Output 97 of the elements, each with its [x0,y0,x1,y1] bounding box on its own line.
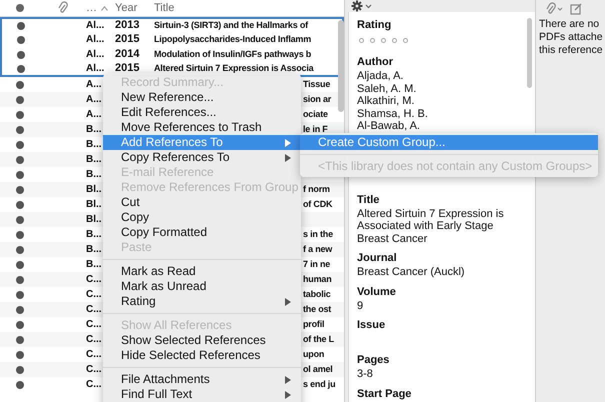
field-label: Rating [357,18,392,33]
table-cell: Al... [86,19,104,32]
field-label: Pages [357,353,390,368]
field-value: Saleh, A. M. [357,82,418,95]
menu-item[interactable]: Copy Formatted [103,225,301,240]
table-cell: A... [86,108,102,121]
table-cell: f norm [303,183,330,196]
table-cell: 2014 [115,48,140,61]
scrollbar-thumb[interactable] [527,18,532,88]
rating-dot-icon [370,38,375,42]
menu-item[interactable]: Mark as Unread [103,279,301,294]
field-value: Alkathiri, M. [357,95,416,108]
submenu-arrow-icon [285,298,291,306]
table-cell: C... [86,333,102,346]
table-cell: C... [86,273,102,286]
table-cell: B... [86,228,102,241]
table-cell: C... [86,303,102,316]
field-label: Journal [357,251,398,266]
table-cell: 7 in ne [303,258,330,271]
table-cell: human [303,273,332,286]
field-label: Author [357,55,394,70]
table-cell: Al... [86,33,104,46]
menu-item[interactable]: New Reference... [103,90,301,105]
table-cell: 2013 [115,19,140,32]
table-cell: B... [86,243,102,256]
menu-item[interactable]: Edit References... [103,105,301,120]
field-value: Breast Cancer (Auckl) [357,266,466,278]
menu-item[interactable]: Rating [103,294,301,309]
field-label: Volume [357,284,397,300]
table-cell: of CDK [303,198,332,211]
table-cell: B... [86,153,102,166]
rating-dot-icon [392,38,397,42]
table-cell: C... [86,378,102,391]
table-cell: B... [86,138,102,151]
table-cell: upon [303,348,324,361]
table-cell: Tissue [303,78,330,91]
table-cell: s in the [303,228,333,241]
table-cell: Al... [86,62,104,75]
table-cell: Altered Sirtuin 7 Expression is Associa [154,62,314,75]
table-cell: ociate [303,108,328,121]
table-cell: B... [86,123,102,136]
table-cell: Lipopolysaccharides-Induced Inflamm [154,33,312,46]
menu-item[interactable]: Hide Selected References [103,348,301,363]
field-label: Issue [357,318,386,333]
field-value: Aljada, A. [357,70,404,82]
table-cell: Sirtuin-3 (SIRT3) and the Hallmarks of [154,19,308,32]
field-value: Shamsa, H. B. [357,108,429,120]
menu-item[interactable]: Move References to Trash [103,120,301,135]
table-cell: 2015 [115,33,140,46]
table-cell: B... [86,168,102,181]
table-cell: C... [86,288,102,301]
field-value: Altered Sirtuin 7 Expression is Associated with Early Stage Breast Cancer [357,208,505,245]
menu-item[interactable]: Mark as Read [103,264,301,279]
sort-caret-icon [101,6,108,10]
rating-dot-icon [359,38,364,42]
table-cell: sion ar [303,93,332,106]
table-cell: B... [86,258,102,271]
menu-item[interactable]: Show Selected References [103,333,301,348]
no-pdf-message: There are no PDFs attache this reference [538,18,604,57]
table-cell: C... [86,348,102,361]
table-cell: 2015 [115,62,140,75]
table-cell: Bl.. [86,183,102,196]
field-value: 9 [357,300,364,312]
table-cell: s end ju [303,378,336,391]
menu-item[interactable]: Find Full Text [103,387,301,402]
field-value: 3-8 [357,368,374,380]
table-cell: le in F [303,123,328,136]
field-label: Title [357,192,380,208]
table-cell: A... [86,93,102,106]
table-cell: f a new [303,243,332,256]
rating-dot-icon [403,38,408,42]
table-cell: C... [86,363,102,376]
table-cell: C... [86,318,102,331]
table-cell: Al... [86,48,104,61]
table-cell: the ost [303,303,332,316]
table-cell: Modulation of Insulin/IGFs pathways b [154,48,312,61]
column-header[interactable]: Title [154,2,174,14]
rating-dot-icon [381,38,386,42]
column-header[interactable]: … [86,2,97,14]
menu-item[interactable]: Copy References To [103,150,301,165]
field-label: Start Page [357,386,412,402]
table-cell: A... [86,78,102,91]
table-cell: Bl.. [86,213,102,226]
field-value: Al-Bawab, A. [357,120,421,132]
menu-item[interactable]: Copy [103,210,301,225]
read-status-icon [16,4,24,12]
scrollbar-thumb[interactable] [338,20,344,112]
table-cell: ol amel [303,363,333,376]
table-cell: of the L [303,333,334,346]
menu-item[interactable]: File Attachments [103,372,301,387]
table-cell: profil [303,318,324,331]
column-header[interactable]: Year [115,2,138,14]
table-cell: Bl.. [86,198,102,211]
edit-icon[interactable] [570,3,582,15]
menu-item[interactable]: Cut [103,195,301,210]
table-cell: tabolic [303,288,331,301]
paperclip-icon [58,1,68,15]
